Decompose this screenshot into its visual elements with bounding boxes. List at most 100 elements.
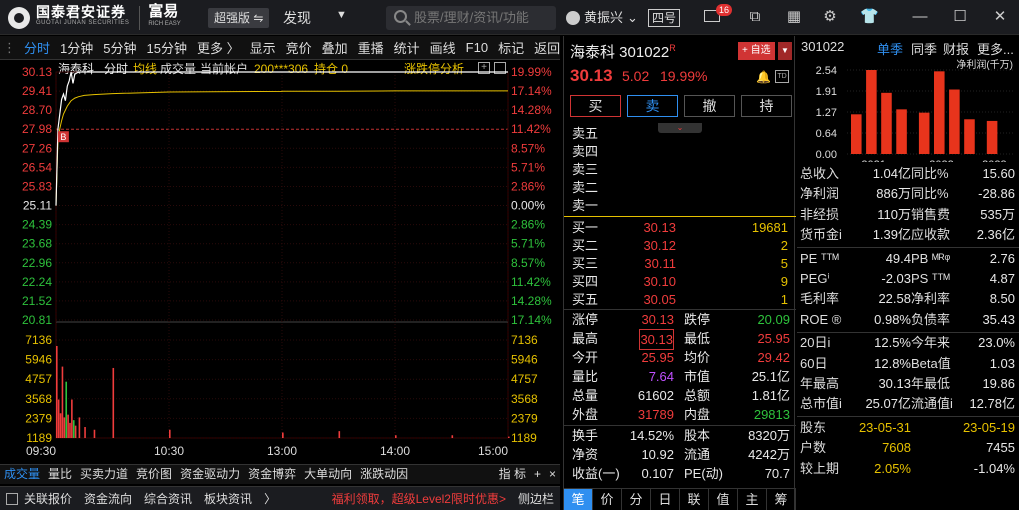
tab-volume[interactable]: 成交量 xyxy=(0,465,44,484)
detail-tab[interactable]: 价 xyxy=(593,489,622,510)
tab-big-order[interactable]: 大单动向 xyxy=(300,465,356,484)
tab-fund-game[interactable]: 资金博弈 xyxy=(244,465,300,484)
detail-tab[interactable]: 主 xyxy=(738,489,767,510)
replay-button[interactable]: 重播 xyxy=(353,38,389,57)
tab-1min[interactable]: 1分钟 xyxy=(55,38,98,57)
fund-label: 同比% xyxy=(911,166,949,181)
fund-label: 年最高 xyxy=(800,376,840,391)
indicator-button[interactable]: 指 标 xyxy=(495,465,530,484)
maximize-icon[interactable]: ☐ xyxy=(952,9,968,25)
tab-buy-sell-force[interactable]: 买卖力道 xyxy=(76,465,132,484)
detail-tab[interactable]: 值 xyxy=(709,489,738,510)
edition-switch[interactable]: 超强版 ⇋ xyxy=(208,8,270,28)
ask-row[interactable]: 卖四 xyxy=(564,142,796,161)
tab-price-cause[interactable]: 涨跌动因 xyxy=(356,465,412,484)
tab-intraday[interactable]: 分时 xyxy=(19,38,55,57)
bid-row[interactable]: 买三 30.11 5 xyxy=(564,254,796,273)
ask-row[interactable]: 卖五 xyxy=(564,124,796,143)
ask-row[interactable]: 卖二 xyxy=(564,178,796,197)
more-arrow[interactable]: 〉 xyxy=(258,488,282,510)
grid-icon[interactable]: ▦ xyxy=(786,9,802,25)
stat-value: 30.13 xyxy=(641,312,674,327)
user-menu[interactable]: 黄振兴 ⌄ xyxy=(566,8,638,28)
watchlist-dropdown-icon[interactable]: ▼ xyxy=(778,42,792,60)
detail-tab[interactable]: 联 xyxy=(680,489,709,510)
bid-row[interactable]: 买二 30.12 2 xyxy=(564,236,796,255)
fund-value: 12.5% xyxy=(874,335,911,351)
detail-tab[interactable]: 笔 xyxy=(564,489,593,510)
bid-row[interactable]: 买四 30.10 9 xyxy=(564,272,796,291)
user-icon xyxy=(566,11,580,25)
bell-icon[interactable]: 🔔 xyxy=(756,70,771,84)
stat-label: 量比 xyxy=(572,369,599,384)
bid-row[interactable]: 买五 30.05 1 xyxy=(564,290,796,309)
font-size-button[interactable]: 四号 xyxy=(648,9,681,27)
add-watchlist-button[interactable]: + 自选 xyxy=(738,42,775,60)
fund-value: 7455 xyxy=(986,440,1015,456)
f10-button[interactable]: F10 xyxy=(461,40,493,55)
fund-legend: 净利润(千万) xyxy=(956,58,1013,71)
detail-tab[interactable]: 日 xyxy=(651,489,680,510)
sidebar-button[interactable]: 侧边栏 xyxy=(512,488,560,510)
fund-value: 8.50 xyxy=(989,291,1015,307)
tab-fund-drive[interactable]: 资金驱动力 xyxy=(176,465,244,484)
fund-row: ROE ® 0.98% 负债率 35.43 xyxy=(797,310,1019,330)
tab-auction-chart[interactable]: 竞价图 xyxy=(132,465,176,484)
tab-15min[interactable]: 15分钟 xyxy=(141,38,191,57)
fund-label: Beta值 xyxy=(911,355,951,371)
panel-toggle-icon[interactable] xyxy=(6,492,18,505)
promo-link[interactable]: 福利领取，超级Level2限时优惠> xyxy=(326,488,512,510)
price-tick-label: 22.24 xyxy=(22,275,52,289)
stat-value: 25.95 xyxy=(757,331,790,346)
volume-bar xyxy=(93,429,96,438)
stat-row: 今开 25.95 均价 29.42 xyxy=(564,348,796,367)
price-tick-label: 20.81 xyxy=(22,313,52,327)
news-tab[interactable]: 综合资讯 xyxy=(138,488,198,510)
intraday-chart[interactable]: 30.13 19.99% 29.41 17.14% 28.70 14.28% 27.98 11… xyxy=(0,60,560,464)
sector-news-tab[interactable]: 板块资讯 xyxy=(198,488,258,510)
bid-row[interactable]: 买一 30.13 19681 xyxy=(564,218,796,237)
fund-value: 2.36亿 xyxy=(976,227,1015,243)
fund-y-tick: 1.27 xyxy=(816,107,837,119)
add-indicator-button[interactable]: + xyxy=(530,465,545,484)
detail-tab[interactable]: 筹 xyxy=(767,489,796,510)
related-quote-tab[interactable]: 关联报价 xyxy=(18,488,78,510)
holdings-button[interactable]: 持 xyxy=(741,95,792,117)
back-button[interactable]: 返回 xyxy=(529,38,565,57)
shirt-icon[interactable]: 👕 xyxy=(860,9,879,25)
stat-label: 最高 xyxy=(572,331,599,346)
tab-5min[interactable]: 5分钟 xyxy=(98,38,141,57)
detail-tab[interactable]: 分 xyxy=(622,489,651,510)
tab-more[interactable]: 更多 〉 xyxy=(192,38,245,57)
tab-volume-ratio[interactable]: 量比 xyxy=(44,465,76,484)
search-input[interactable]: 股票/理财/资讯/功能 xyxy=(386,6,556,30)
stats-button[interactable]: 统计 xyxy=(389,38,425,57)
ask-row[interactable]: 卖三 xyxy=(564,160,796,179)
fund-label: 总收入 xyxy=(800,166,840,181)
fund-value: 19.86 xyxy=(982,376,1015,391)
overlay-button[interactable]: 叠加 xyxy=(317,38,353,57)
stat-value: 29.42 xyxy=(757,350,790,365)
td-icon[interactable]: TD xyxy=(775,70,789,83)
draw-button[interactable]: 画线 xyxy=(425,38,461,57)
display-button[interactable]: 显示 xyxy=(245,38,281,57)
fund-flow-tab[interactable]: 资金流向 xyxy=(78,488,138,510)
chevron-down-icon[interactable]: ▼ xyxy=(336,9,347,21)
buy-button[interactable]: 买 xyxy=(570,95,621,117)
minimize-icon[interactable]: — xyxy=(912,9,928,25)
cancel-order-button[interactable]: 撤 xyxy=(684,95,735,117)
panel-handle-icon[interactable]: ⋮ xyxy=(0,40,19,56)
brand-name-en: GUOTAI JUNAN SECURITIES xyxy=(36,20,130,26)
copy-icon[interactable]: ⧉ xyxy=(747,9,763,25)
close-icon[interactable]: ✕ xyxy=(992,9,1008,25)
sell-button[interactable]: 卖 xyxy=(627,95,678,117)
gear-icon[interactable]: ⚙ xyxy=(822,9,838,25)
auction-button[interactable]: 竞价 xyxy=(281,38,317,57)
mark-button[interactable]: 标记 xyxy=(493,38,529,57)
fund-value: 110万 xyxy=(877,206,911,222)
discover-menu[interactable]: 发现 xyxy=(283,8,311,28)
fund-label: 毛利率 xyxy=(800,291,840,307)
buy-marker-label: B xyxy=(60,132,66,142)
remove-indicator-button[interactable]: × xyxy=(545,465,560,484)
ask-row[interactable]: 卖一 xyxy=(564,196,796,215)
